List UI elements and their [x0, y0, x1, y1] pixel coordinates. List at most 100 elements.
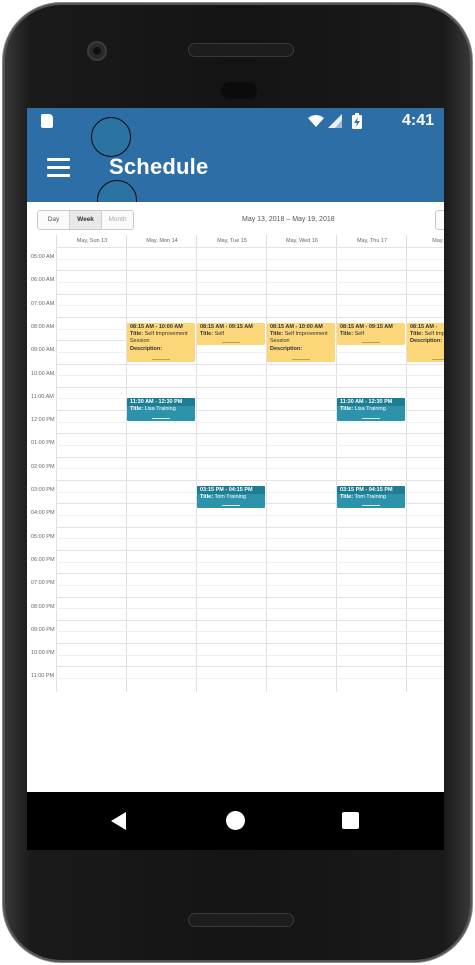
event-body: Title: Self ImprovementDescription:: [407, 331, 444, 346]
event-title-label: Title:: [340, 493, 354, 500]
half-hour-gridline: [56, 514, 444, 516]
week-view-button[interactable]: Week: [70, 211, 102, 229]
event-title: Tom Training: [354, 493, 386, 500]
event-resize-handle[interactable]: [362, 342, 380, 344]
hour-gridline: [56, 456, 444, 458]
event-resize-handle[interactable]: [362, 417, 380, 419]
event-title-label: Title:: [340, 406, 354, 413]
event-title: Self: [214, 330, 225, 337]
hour-gridline: [56, 386, 444, 388]
half-hour-gridline: [56, 608, 444, 610]
calendar-event[interactable]: 08:15 AM -Title: Self ImprovementDescrip…: [407, 322, 444, 363]
home-icon[interactable]: [226, 811, 245, 830]
menu-icon[interactable]: [47, 158, 71, 178]
hour-gridline: [56, 480, 444, 481]
event-resize-handle[interactable]: [152, 417, 170, 419]
column-divider: [266, 247, 267, 692]
hour-gridline: [56, 293, 444, 295]
event-time: 08:15 AM -: [410, 323, 438, 330]
hour-gridline: [56, 666, 444, 668]
time-slot-label: 11:00 AM: [31, 393, 54, 400]
earpiece-speaker: [188, 43, 294, 57]
time-slot-label: 11:00 PM: [31, 673, 55, 680]
event-title: Self: [354, 330, 365, 337]
time-slot-label: 12:00 PM: [31, 417, 55, 424]
event-resize-handle[interactable]: [222, 342, 240, 344]
event-title: Lisa Training: [354, 406, 386, 413]
touch-indicator-icon: [91, 117, 131, 157]
event-resize-handle[interactable]: [432, 359, 444, 361]
event-body: Title: Lisa Training: [127, 406, 195, 414]
bottom-speaker: [188, 913, 294, 927]
front-camera-icon: [87, 41, 107, 61]
hour-gridline: [56, 270, 444, 272]
event-description-label: Description:: [130, 345, 163, 352]
half-hour-gridline: [56, 375, 444, 377]
app-bar: Schedule: [27, 117, 444, 220]
half-hour-gridline: [56, 468, 444, 470]
recents-icon[interactable]: [342, 812, 359, 829]
day-view-button[interactable]: Day: [38, 211, 70, 229]
back-icon[interactable]: [111, 812, 126, 830]
event-time: 08:15 AM - 09:15 AM: [340, 323, 393, 330]
calendar-event[interactable]: 08:15 AM - 10:00 AM Title: Self Improveme…: [267, 322, 335, 363]
time-slot-label: 07:00 PM: [31, 580, 55, 587]
time-slot-label: 09:00 AM: [31, 347, 55, 354]
half-hour-gridline: [56, 258, 444, 260]
time-slot-label: 08:00 PM: [31, 603, 55, 610]
date-range-label: May 13, 2018 – May 19, 2018: [242, 216, 335, 223]
calendar-event[interactable]: 03:15 PM - 04:15 PM Title: Tom Training: [197, 485, 265, 509]
half-hour-gridline: [56, 421, 444, 423]
event-resize-handle[interactable]: [222, 505, 240, 507]
time-slot-label: 08:00 AM: [31, 323, 55, 330]
half-hour-gridline: [56, 678, 444, 680]
sd-card-icon: [41, 114, 53, 128]
half-hour-gridline: [56, 538, 444, 540]
column-divider: [336, 247, 337, 692]
time-slot-label: 09:00 PM: [31, 626, 55, 633]
calendar-event[interactable]: 11:30 AM - 12:30 PM Title: Lisa Training: [337, 398, 405, 421]
hour-gridline: [56, 643, 444, 645]
time-slot-label: 05:00 AM: [31, 254, 55, 260]
status-bar: 4:41: [27, 108, 444, 134]
event-time: 08:15 AM - 10:00 AM: [270, 323, 323, 330]
month-view-button[interactable]: Month: [102, 211, 133, 229]
time-slot-label: 10:00 AM: [31, 370, 55, 377]
calendar-event[interactable]: 03:15 PM - 04:15 PM Title: Tom Training: [337, 485, 405, 509]
column-divider: [126, 247, 127, 692]
hour-gridline: [56, 526, 444, 528]
time-slot-label: 10:00 PM: [31, 650, 55, 657]
time-slot-label: 04:00 PM: [31, 510, 55, 517]
half-hour-gridline: [56, 351, 444, 353]
week-calendar: Day Week Month May 13, 2018 – May 19, 20…: [27, 202, 444, 792]
today-button[interactable]: [435, 210, 444, 230]
event-title-label: Title:: [410, 330, 424, 337]
event-time: 11:30 AM - 12:30 PM: [127, 398, 195, 407]
calendar-event[interactable]: 11:30 AM - 12:30 PM Title: Lisa Training: [127, 398, 195, 421]
hour-gridline: [56, 619, 444, 621]
time-slot-label: 07:00 AM: [31, 300, 55, 307]
event-body: Title: Self Improvement Session Descripti…: [267, 331, 335, 354]
calendar-grid: May, Sun 13 May, Mon 14 May, Tue 15 May, We…: [27, 235, 444, 692]
half-hour-gridline: [56, 445, 444, 447]
event-body: Title: Lisa Training: [337, 406, 405, 414]
column-divider: [196, 247, 197, 692]
calendar-event[interactable]: 08:15 AM - 10:00 AM Title: Self Improveme…: [127, 322, 195, 363]
event-body: Title: Self Improvement Session Descripti…: [127, 331, 195, 354]
event-resize-handle[interactable]: [362, 505, 380, 507]
status-time: 4:41: [401, 112, 434, 129]
hour-gridline: [56, 549, 444, 551]
half-hour-gridline: [56, 584, 444, 586]
event-resize-handle[interactable]: [152, 359, 170, 361]
half-hour-gridline: [56, 281, 444, 283]
event-time: 08:15 AM - 10:00 AM: [130, 323, 183, 330]
event-description-label: Description:: [410, 338, 443, 345]
event-title-label: Title:: [270, 330, 284, 337]
calendar-event[interactable]: 08:15 AM - 09:15 AM Title: Self: [337, 322, 405, 346]
event-title-label: Title:: [130, 330, 144, 337]
calendar-event[interactable]: 08:15 AM - 09:15 AM Title: Self: [197, 322, 265, 346]
event-resize-handle[interactable]: [292, 359, 310, 361]
page-title: Schedule: [109, 154, 209, 179]
event-title: Lisa Training: [144, 406, 176, 413]
time-slot-label: 05:00 PM: [31, 533, 55, 540]
